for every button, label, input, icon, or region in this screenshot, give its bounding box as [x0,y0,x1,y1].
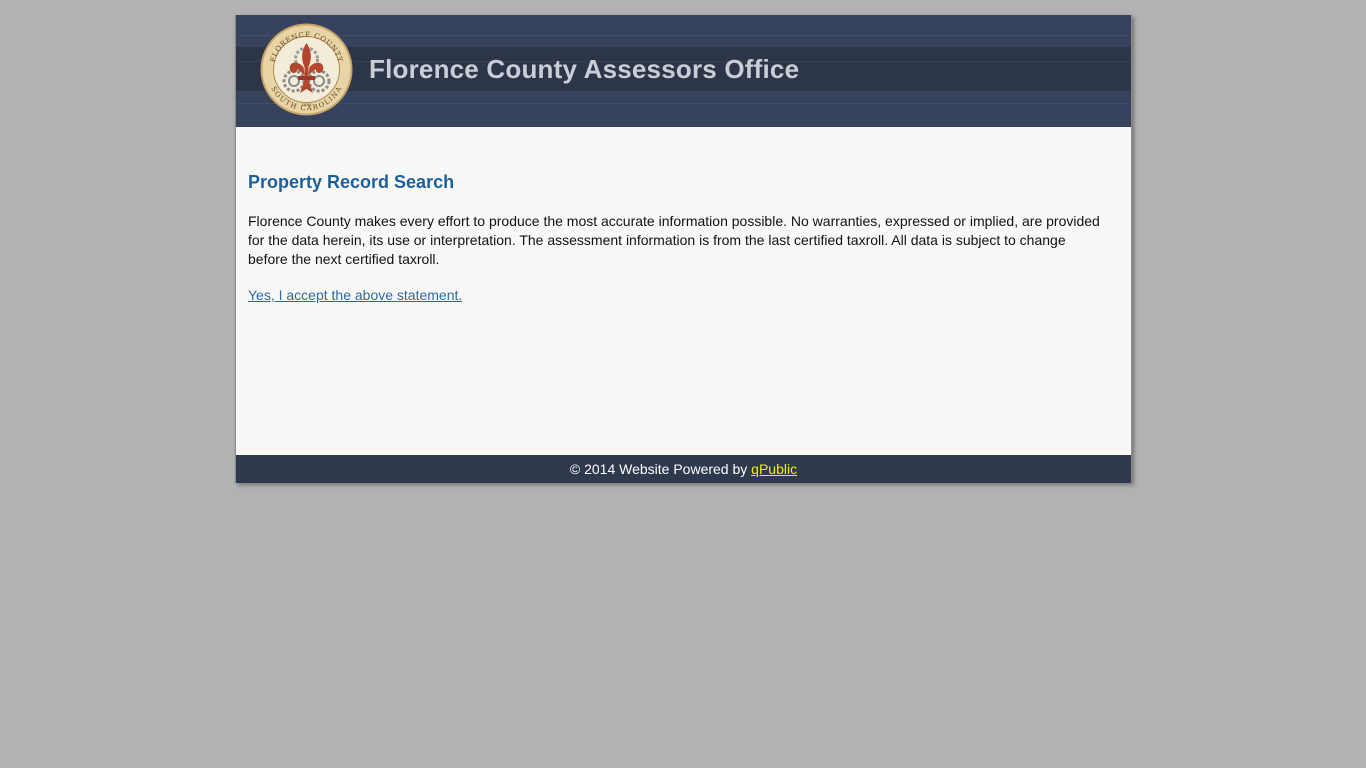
seal-year: 1888 [301,102,312,107]
site-header: FLORENCE COUNTY SOUTH CAROLINA 1888 Flor… [236,15,1131,127]
header-stripe [236,103,1131,104]
page-container: FLORENCE COUNTY SOUTH CAROLINA 1888 Flor… [235,15,1132,483]
header-stripe [236,35,1131,36]
disclaimer-text: Florence County makes every effort to pr… [248,213,1100,267]
main-content: Property Record Search Florence County m… [248,172,1108,305]
county-seal-logo: FLORENCE COUNTY SOUTH CAROLINA 1888 [260,23,353,116]
accept-disclaimer-link[interactable]: Yes, I accept the above statement. [248,287,462,303]
header-band-top [236,15,1131,47]
site-title: Florence County Assessors Office [369,54,800,84]
header-band-bottom [236,91,1131,127]
qpublic-link[interactable]: qPublic [751,461,797,477]
site-footer: © 2014 Website Powered by qPublic [236,455,1131,483]
page-title: Property Record Search [248,172,455,192]
copyright-text: © 2014 Website Powered by [569,461,752,477]
